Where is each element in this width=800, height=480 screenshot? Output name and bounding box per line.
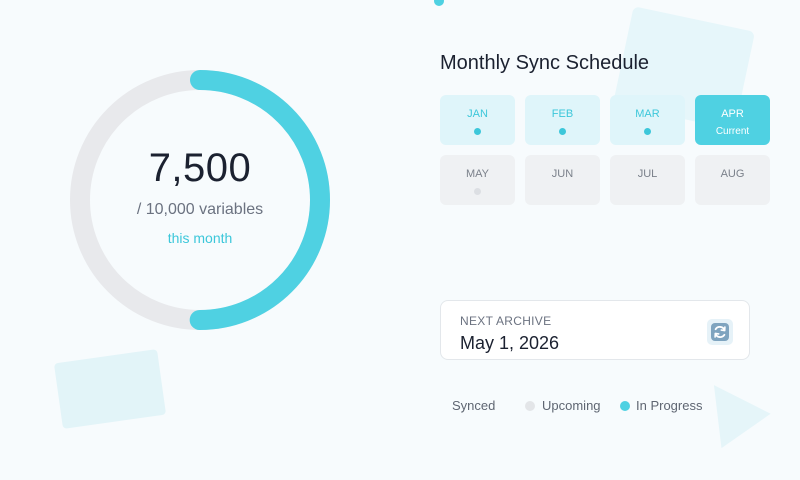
month-label: JAN <box>467 108 488 120</box>
month-tile-feb[interactable]: FEB <box>525 95 600 145</box>
schedule-title: Monthly Sync Schedule <box>440 52 650 74</box>
usage-total-label: / 10,000 variables <box>136 201 264 218</box>
legend-upcoming-swatch <box>525 401 535 411</box>
month-tile-jan[interactable]: JAN <box>440 95 515 145</box>
usage-ring-center: 7,500 / 10,000 variables this month <box>70 70 330 330</box>
refresh-button[interactable] <box>707 319 733 345</box>
decorative-shape-bottom-left <box>53 349 167 429</box>
month-sublabel: Current <box>715 126 750 137</box>
month-status-dot <box>644 128 651 135</box>
usage-value: 7,500 <box>148 146 252 190</box>
month-tile-aug[interactable]: AUG <box>695 155 770 205</box>
month-status-dot <box>559 128 566 135</box>
month-label: MAR <box>635 108 660 120</box>
month-label: JUN <box>551 168 574 180</box>
month-tile-may[interactable]: MAY <box>440 155 515 205</box>
month-label: APR <box>721 108 744 120</box>
next-archive-label: NEXT ARCHIVE <box>460 314 552 328</box>
next-archive-card: NEXT ARCHIVE May 1, 2026 <box>440 300 750 360</box>
month-tile-jun[interactable]: JUN <box>525 155 600 205</box>
month-tile-jul[interactable]: JUL <box>610 155 685 205</box>
month-label: FEB <box>551 108 574 120</box>
usage-ring: 7,500 / 10,000 variables this month <box>70 70 330 330</box>
next-archive-date: May 1, 2026 <box>460 333 560 353</box>
month-status-dot <box>474 188 481 195</box>
legend-synced-label: Synced <box>452 398 496 413</box>
month-label: AUG <box>720 168 745 180</box>
legend-in-progress-swatch <box>620 401 630 411</box>
decorative-dot <box>434 0 444 6</box>
month-tile-apr[interactable]: APR Current <box>695 95 770 145</box>
legend-upcoming-label: Upcoming <box>542 398 601 413</box>
usage-period-label: this month <box>167 230 233 246</box>
month-status-dot <box>474 128 481 135</box>
refresh-icon <box>711 323 729 341</box>
month-label: JUL <box>637 168 658 180</box>
month-tile-mar[interactable]: MAR <box>610 95 685 145</box>
month-label: MAY <box>465 168 490 180</box>
legend-in-progress-label: In Progress <box>636 398 703 413</box>
